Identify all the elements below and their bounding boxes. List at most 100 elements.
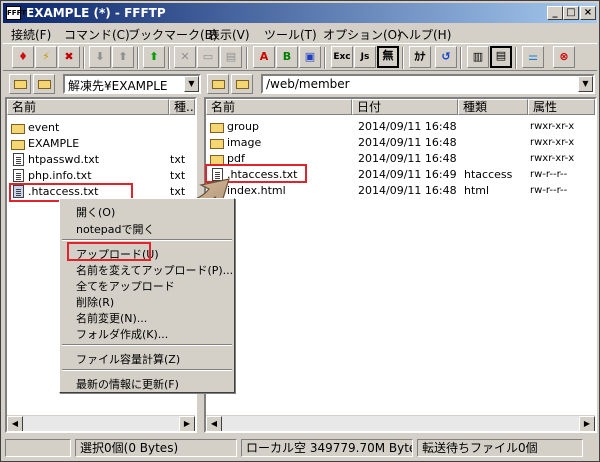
file-date: 2014/09/11 16:48: [358, 184, 457, 197]
sync-browse-icon[interactable]: ⚌: [522, 46, 544, 68]
remote-file-list[interactable]: 名前 日付 種類 属性 group 2014/09/11 16:48 rwxr-…: [204, 97, 597, 433]
file-type: txt: [170, 153, 186, 166]
file-name: htpasswd.txt: [28, 153, 100, 166]
toolbar-separator: [246, 47, 248, 69]
refresh-icon[interactable]: ↺: [435, 46, 457, 68]
local-file-row[interactable]: event: [7, 120, 195, 136]
title-bar: FFFTP EXAMPLE (*) - FFFTP _ □ ×: [3, 3, 597, 23]
document-icon: [13, 169, 24, 182]
scroll-right-icon[interactable]: ▶: [179, 416, 195, 431]
delete-icon[interactable]: ✕: [174, 46, 196, 68]
remote-path-combo[interactable]: /web/member ▼: [261, 74, 595, 94]
menu-item-create-folder[interactable]: フォルダ作成(K)...: [76, 326, 168, 342]
remote-col-name[interactable]: 名前: [206, 99, 352, 115]
list-view-icon[interactable]: ▥: [467, 46, 489, 68]
menu-item-calc-size[interactable]: ファイル容量計算(Z): [76, 351, 180, 367]
disconnect-icon[interactable]: ✖: [58, 46, 80, 68]
menu-bar: 接続(F) コマンド(C) ブックマーク(B) 表示(V) ツール(T) オプシ…: [3, 24, 597, 42]
binary-mode-icon[interactable]: B: [276, 46, 298, 68]
remote-path-row: /web/member ▼: [207, 73, 597, 95]
local-col-type[interactable]: 種...: [169, 99, 195, 115]
toolbar-separator: [137, 47, 139, 69]
local-file-row[interactable]: EXAMPLE: [7, 136, 195, 152]
new-folder-icon[interactable]: ▤: [220, 46, 242, 68]
local-open-folder-icon[interactable]: [33, 74, 55, 94]
rename-icon[interactable]: ▭: [197, 46, 219, 68]
remote-parent-folder-icon[interactable]: [207, 74, 229, 94]
code-no-conversion-icon[interactable]: 無: [377, 46, 399, 68]
menu-options[interactable]: オプション(O): [323, 26, 402, 43]
detail-view-icon[interactable]: ▤: [490, 46, 512, 68]
menu-item-delete[interactable]: 削除(R): [76, 294, 114, 310]
chevron-down-icon[interactable]: ▼: [184, 76, 199, 92]
remote-file-row[interactable]: index.html 2014/09/11 16:48 html rw-r--r…: [206, 183, 595, 199]
local-parent-folder-icon[interactable]: [9, 74, 31, 94]
file-name: image: [227, 136, 262, 149]
remote-horizontal-scrollbar[interactable]: ◀ ▶: [206, 415, 595, 431]
local-file-row[interactable]: htpasswd.txt txt: [7, 152, 195, 168]
local-col-name[interactable]: 名前: [7, 99, 169, 115]
chevron-down-icon[interactable]: ▼: [578, 76, 593, 92]
menu-item-upload-rename[interactable]: 名前を変えてアップロード(P)...: [76, 262, 233, 278]
minimize-button[interactable]: _: [547, 6, 563, 20]
upload-menu-highlight: [67, 242, 151, 261]
file-date: 2014/09/11 16:48: [358, 136, 457, 149]
local-horizontal-scrollbar[interactable]: ◀ ▶: [7, 415, 195, 431]
ascii-mode-icon[interactable]: A: [253, 46, 275, 68]
toolbar-separator: [402, 47, 404, 69]
file-type: html: [464, 184, 490, 197]
maximize-button[interactable]: □: [563, 6, 579, 20]
ffftp-app-icon: FFFTP: [6, 6, 31, 20]
folder-icon: [11, 140, 25, 150]
quick-connect-icon[interactable]: ⚡: [35, 46, 57, 68]
menu-tools[interactable]: ツール(T): [264, 26, 317, 43]
toolbar-separator: [460, 47, 462, 69]
file-type: htaccess: [464, 168, 513, 181]
menu-item-upload-all[interactable]: 全てをアップロード: [76, 278, 175, 294]
ffftp-window: FFFTP EXAMPLE (*) - FFFTP _ □ × 接続(F) コマ…: [0, 0, 600, 462]
scroll-left-icon[interactable]: ◀: [7, 416, 23, 431]
remote-col-date[interactable]: 日付: [352, 99, 458, 115]
remote-file-row[interactable]: group 2014/09/11 16:48 rwxr-xr-x: [206, 119, 595, 135]
code-jis-icon[interactable]: Js: [354, 46, 376, 68]
remote-col-type[interactable]: 種類: [458, 99, 528, 115]
menu-command[interactable]: コマンド(C): [64, 26, 130, 43]
local-path-combo[interactable]: 解凍先¥EXAMPLE ▼: [63, 74, 201, 94]
menu-connect[interactable]: 接続(F): [11, 26, 51, 43]
window-title: EXAMPLE (*) - FFFTP: [26, 6, 166, 20]
remote-file-row[interactable]: image 2014/09/11 16:48 rwxr-xr-x: [206, 135, 595, 151]
menu-bookmark[interactable]: ブックマーク(B): [128, 26, 218, 43]
menu-item-open[interactable]: 開く(O): [76, 204, 115, 220]
file-name: group: [227, 120, 259, 133]
remote-open-folder-icon[interactable]: [231, 74, 253, 94]
file-name: php.info.txt: [28, 169, 92, 182]
menu-help[interactable]: ヘルプ(H): [397, 26, 451, 43]
remote-col-attr[interactable]: 属性: [528, 99, 595, 115]
connect-icon[interactable]: ♦: [12, 46, 34, 68]
folder-icon: [210, 123, 224, 133]
context-menu: 開く(O) notepadで開く アップロード(U) 名前を変えてアップロード(…: [59, 198, 235, 393]
menu-item-refresh[interactable]: 最新の情報に更新(F): [76, 376, 179, 392]
mirror-upload-icon[interactable]: ⬆: [143, 46, 165, 68]
status-selection: 選択0個(0 Bytes): [75, 439, 237, 457]
status-bar: 選択0個(0 Bytes) ローカル空 349779.70M Bytes 転送待…: [5, 439, 597, 459]
scroll-left-icon[interactable]: ◀: [206, 416, 222, 431]
download-icon[interactable]: ⬇: [89, 46, 111, 68]
upload-icon[interactable]: ⬆: [112, 46, 134, 68]
close-button[interactable]: ×: [580, 6, 596, 20]
stop-icon[interactable]: ⊗: [553, 46, 575, 68]
menu-view[interactable]: 表示(V): [208, 26, 250, 43]
file-attr: rw-r--r--: [530, 169, 568, 180]
kana-convert-icon[interactable]: ｶﾅ: [409, 46, 431, 68]
menu-separator: [62, 239, 232, 241]
menu-item-rename[interactable]: 名前変更(N)...: [76, 310, 147, 326]
menu-separator: [62, 344, 232, 346]
file-name: event: [28, 121, 60, 134]
document-icon: [13, 153, 24, 166]
status-local-free: ローカル空 349779.70M Bytes: [241, 439, 413, 457]
status-blank: [5, 439, 71, 457]
menu-item-open-notepad[interactable]: notepadで開く: [76, 221, 155, 237]
scroll-right-icon[interactable]: ▶: [579, 416, 595, 431]
code-euc-icon[interactable]: Exc: [331, 46, 353, 68]
auto-mode-icon[interactable]: ▣: [299, 46, 321, 68]
